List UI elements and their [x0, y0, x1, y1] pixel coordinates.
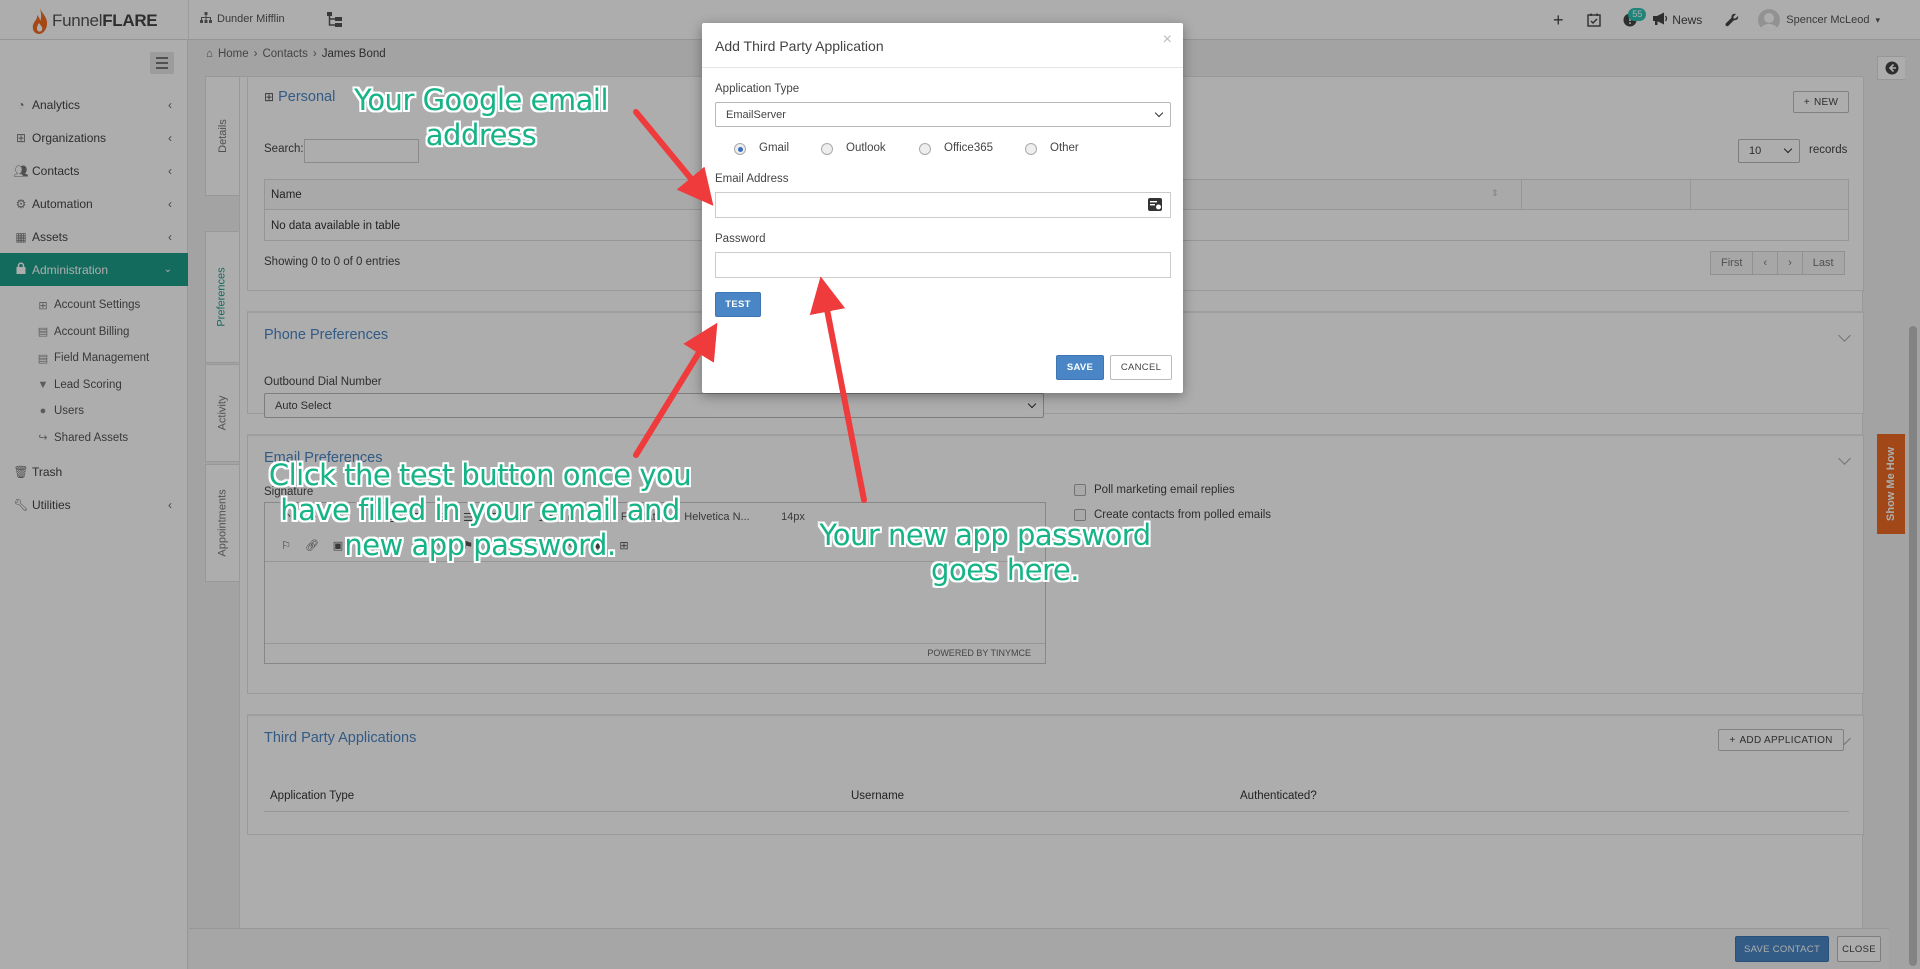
annotation-app-password: Your new app password goes here. [819, 518, 1151, 587]
arrow-to-email-field [633, 109, 714, 206]
arrow-to-password-field [809, 276, 867, 503]
arrow-to-test-button [633, 322, 718, 458]
annotation-google-email: Your Google email address [353, 83, 609, 152]
annotation-test-button: Click the test button once you have fill… [268, 458, 692, 562]
